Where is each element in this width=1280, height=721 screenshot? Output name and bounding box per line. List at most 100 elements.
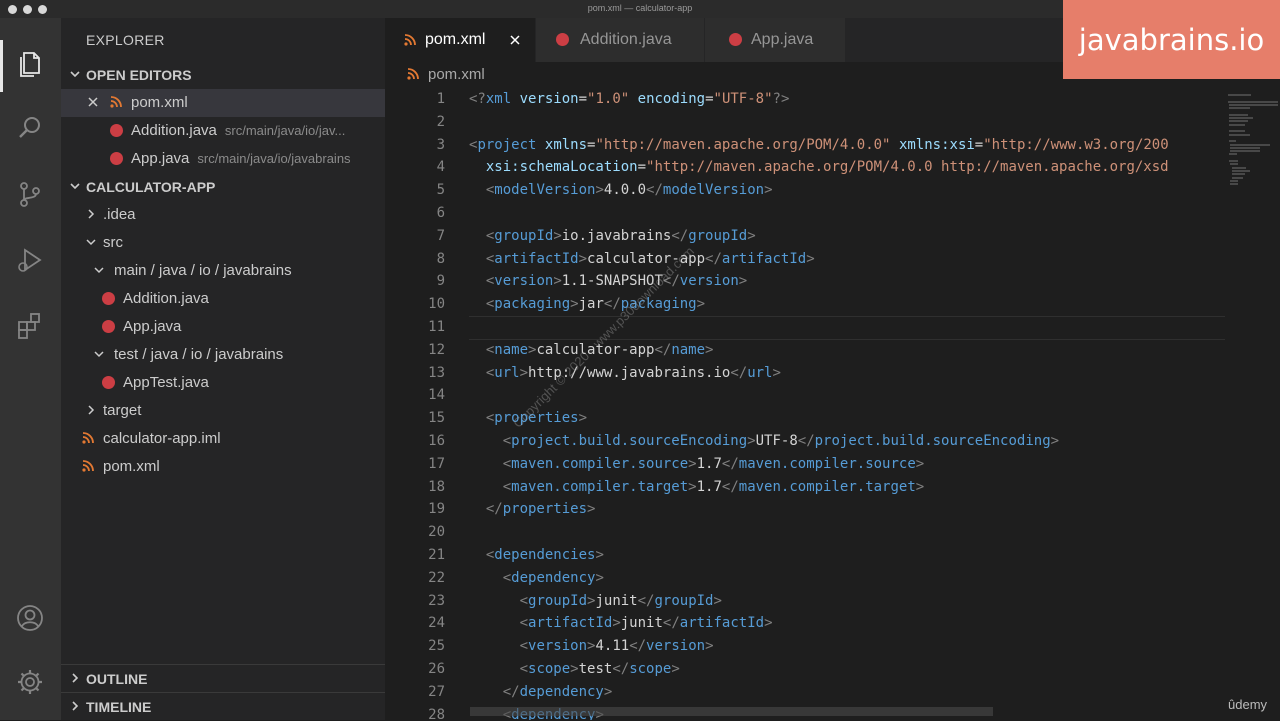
- line-number: 11: [428, 318, 445, 335]
- outline-header[interactable]: OUTLINE: [61, 664, 385, 693]
- code-line[interactable]: <dependencies>: [469, 544, 1169, 567]
- tree-item-pom[interactable]: pom.xml: [61, 453, 385, 481]
- minimap-line: [1230, 183, 1238, 186]
- project-header[interactable]: CALCULATOR-APP: [61, 173, 385, 201]
- chevron-down-icon: [94, 267, 104, 274]
- breadcrumb-file: pom.xml: [428, 66, 485, 83]
- minimap-line: [1229, 133, 1251, 136]
- open-editors-header[interactable]: OPEN EDITORS: [61, 61, 385, 89]
- code-line[interactable]: [469, 202, 1169, 225]
- tree-item-label: test / java / io / javabrains: [114, 346, 284, 363]
- open-editor-item-addition[interactable]: Addition.java src/main/java/io/jav...: [61, 117, 385, 145]
- line-number: 9: [436, 273, 445, 290]
- code-line[interactable]: <dependency>: [469, 567, 1169, 590]
- minimap-line: [1231, 176, 1243, 179]
- chevron-right-icon: [72, 673, 79, 683]
- line-number: 7: [436, 227, 445, 244]
- timeline-label: TIMELINE: [86, 699, 152, 715]
- search-icon[interactable]: [14, 112, 46, 144]
- minimap-line: [1229, 130, 1246, 133]
- extensions-icon[interactable]: [14, 310, 46, 342]
- code-line[interactable]: <?xml version="1.0" encoding="UTF-8"?>: [469, 88, 1169, 111]
- tree-item-test-package[interactable]: test / java / io / javabrains: [61, 341, 385, 369]
- line-number: 3: [436, 136, 445, 153]
- minimap-line: [1229, 160, 1238, 162]
- tree-item-idea[interactable]: .idea: [61, 201, 385, 229]
- code-line[interactable]: <packaging>jar</packaging>: [469, 293, 1169, 316]
- close-icon[interactable]: [86, 95, 100, 109]
- source-control-icon[interactable]: [14, 178, 46, 210]
- code-line[interactable]: <artifactId>calculator-app</artifactId>: [469, 248, 1169, 271]
- tree-item-label: target: [103, 402, 142, 419]
- account-icon[interactable]: [14, 602, 46, 634]
- outline-label: OUTLINE: [86, 671, 148, 687]
- code-line[interactable]: [469, 111, 1169, 134]
- active-indicator: [0, 40, 3, 92]
- code-area[interactable]: <?xml version="1.0" encoding="UTF-8"?> <…: [469, 88, 1169, 720]
- java-file-icon: [556, 33, 569, 46]
- tree-item-iml[interactable]: calculator-app.iml: [61, 425, 385, 453]
- code-line[interactable]: </properties>: [469, 498, 1169, 521]
- files-icon[interactable]: [14, 47, 46, 79]
- tree-item-app[interactable]: App.java: [61, 313, 385, 341]
- code-line[interactable]: <project.build.sourceEncoding>UTF-8</pro…: [469, 430, 1169, 453]
- tree-item-addition[interactable]: Addition.java: [61, 285, 385, 313]
- line-number: 10: [428, 296, 445, 313]
- horizontal-scrollbar[interactable]: [470, 707, 993, 716]
- code-line[interactable]: <version>4.11</version>: [469, 635, 1169, 658]
- code-line[interactable]: [469, 316, 1169, 339]
- minimap-line: [1229, 153, 1237, 156]
- line-number: 19: [428, 501, 445, 518]
- line-number: 13: [428, 364, 445, 381]
- tree-item-main-package[interactable]: main / java / io / javabrains: [61, 257, 385, 285]
- line-number: 17: [428, 455, 445, 472]
- open-editors-label: OPEN EDITORS: [86, 67, 192, 83]
- open-editor-item-app[interactable]: App.java src/main/java/io/javabrains: [61, 145, 385, 173]
- code-line[interactable]: <modelVersion>4.0.0</modelVersion>: [469, 179, 1169, 202]
- line-number: 28: [428, 706, 445, 720]
- tree-item-label: main / java / io / javabrains: [114, 262, 292, 279]
- tree-item-label: Addition.java: [123, 290, 209, 307]
- run-debug-icon[interactable]: [14, 244, 46, 276]
- settings-gear-icon[interactable]: [14, 666, 46, 698]
- udemy-watermark: ûdemy: [1228, 697, 1268, 712]
- java-file-icon: [102, 376, 115, 389]
- code-line[interactable]: <maven.compiler.source>1.7</maven.compil…: [469, 453, 1169, 476]
- timeline-header[interactable]: TIMELINE: [61, 692, 385, 721]
- code-line[interactable]: xsi:schemaLocation="http://maven.apache.…: [469, 156, 1169, 179]
- tab-label: Addition.java: [580, 31, 672, 48]
- code-line[interactable]: <version>1.1-SNAPSHOT</version>: [469, 270, 1169, 293]
- tab-addition-java[interactable]: Addition.java: [536, 18, 704, 62]
- tree-item-label: pom.xml: [103, 458, 160, 475]
- close-tab-icon[interactable]: [508, 33, 522, 47]
- open-editor-item-pom[interactable]: pom.xml: [61, 89, 385, 117]
- tab-pom-xml[interactable]: pom.xml: [385, 18, 535, 62]
- code-line[interactable]: [469, 384, 1169, 407]
- code-line[interactable]: <groupId>io.javabrains</groupId>: [469, 225, 1169, 248]
- minimap-line: [1230, 146, 1261, 149]
- tree-item-apptest[interactable]: AppTest.java: [61, 369, 385, 397]
- code-line[interactable]: <artifactId>junit</artifactId>: [469, 612, 1169, 635]
- breadcrumb[interactable]: pom.xml: [406, 66, 485, 83]
- line-number: 21: [428, 546, 445, 563]
- minimap-line: [1228, 94, 1251, 96]
- code-line[interactable]: [469, 521, 1169, 544]
- code-line[interactable]: <maven.compiler.target>1.7</maven.compil…: [469, 476, 1169, 499]
- code-line[interactable]: <properties>: [469, 407, 1169, 430]
- minimap[interactable]: [1225, 88, 1280, 720]
- tree-item-src[interactable]: src: [61, 229, 385, 257]
- code-line[interactable]: </dependency>: [469, 681, 1169, 704]
- minimap-line: [1230, 150, 1261, 153]
- code-line[interactable]: <groupId>junit</groupId>: [469, 590, 1169, 613]
- minimap-line: [1228, 100, 1278, 103]
- code-editor[interactable]: 1 2 3 4 5 6 7 8 9 10 11 12 13 14 15 16 17 18 19 20 21 22 23 24 2…: [385, 88, 1225, 720]
- tree-item-label: AppTest.java: [123, 374, 209, 391]
- minimap-line: [1229, 113, 1249, 116]
- code-line[interactable]: <scope>test</scope>: [469, 658, 1169, 681]
- javabrains-logo: javabrains.io: [1063, 0, 1280, 79]
- tree-item-target[interactable]: target: [61, 397, 385, 425]
- java-file-icon: [110, 124, 123, 137]
- tab-app-java[interactable]: App.java: [705, 18, 845, 62]
- chevron-down-icon: [70, 71, 80, 78]
- code-line[interactable]: <project xmlns="http://maven.apache.org/…: [469, 134, 1169, 157]
